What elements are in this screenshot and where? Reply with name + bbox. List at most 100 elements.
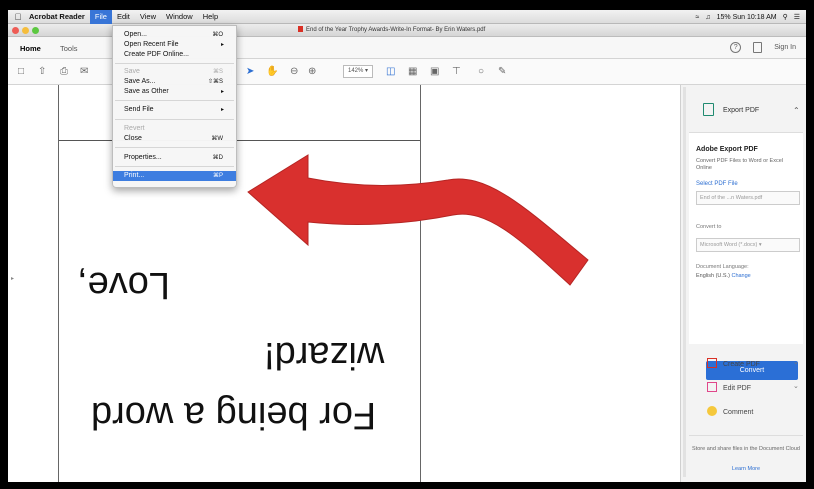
spotlight-icon[interactable]: ⚲	[783, 13, 788, 21]
submenu-arrow-icon: ▸	[220, 42, 224, 48]
menu-save-as-label: Save As...	[124, 78, 156, 85]
export-pdf-header[interactable]: Export PDF ⌃	[689, 99, 801, 129]
create-pdf-icon	[707, 358, 717, 368]
wifi-icon[interactable]: ≈	[696, 14, 700, 21]
convert-to-select[interactable]: Microsoft Word (*.docx) ▾	[696, 238, 800, 252]
left-panel-toggle-icon[interactable]: ▸	[11, 275, 14, 282]
doc-line-wizard: wizard!	[264, 334, 385, 376]
minimize-window-icon[interactable]	[22, 27, 29, 34]
edit-pdf-icon	[707, 382, 717, 392]
menu-create-pdf-online-label: Create PDF Online...	[124, 51, 189, 58]
comment-bubble-icon	[707, 406, 717, 416]
menu-send-file[interactable]: Send File ▸	[113, 105, 236, 115]
tab-home[interactable]: Home	[20, 44, 41, 53]
comment-icon[interactable]: ○	[478, 66, 484, 78]
menubar-window[interactable]: Window	[161, 10, 198, 24]
menu-revert-label: Revert	[124, 125, 145, 132]
change-language-link[interactable]: Change	[731, 273, 750, 279]
menu-save-shortcut: ⌘S	[212, 69, 223, 75]
save-icon[interactable]: □	[18, 66, 24, 78]
zoom-out-icon[interactable]: ⊖	[290, 66, 298, 78]
menubar-view[interactable]: View	[135, 10, 161, 24]
chevron-down-icon[interactable]: ⌄	[793, 382, 799, 390]
scroll-mode-icon[interactable]: ▦	[408, 66, 417, 78]
screenshot-frame:  Acrobat Reader File Edit View Window H…	[0, 0, 814, 489]
volume-icon[interactable]: ♫	[705, 14, 710, 21]
menu-save-as-other-label: Save as Other	[124, 88, 169, 95]
menu-close[interactable]: Close ⌘W	[113, 134, 236, 144]
menu-open-shortcut: ⌘O	[212, 32, 223, 38]
panel-scrollbar[interactable]	[683, 87, 686, 477]
tab-tools[interactable]: Tools	[60, 44, 78, 53]
menu-separator	[115, 119, 234, 120]
learn-more-link[interactable]: Learn More	[689, 466, 803, 472]
menu-open-label: Open...	[124, 31, 147, 38]
fit-page-icon[interactable]: ◫	[386, 66, 395, 78]
menu-open-recent-label: Open Recent File	[124, 41, 179, 48]
battery-status[interactable]: 15% Sun 10:18 AM	[717, 14, 777, 21]
menu-open-recent[interactable]: Open Recent File ▸	[113, 40, 236, 50]
mobile-link-icon[interactable]	[753, 42, 763, 53]
zoom-window-icon[interactable]	[32, 27, 39, 34]
hand-tool-icon[interactable]: ✋	[266, 66, 278, 78]
sign-in-link[interactable]: Sign In	[774, 44, 796, 51]
menu-properties-label: Properties...	[124, 154, 162, 161]
create-pdf-tool[interactable]: Create PDF	[707, 358, 760, 368]
menubar-help[interactable]: Help	[198, 10, 223, 24]
menu-create-pdf-online[interactable]: Create PDF Online...	[113, 50, 236, 60]
pen-icon[interactable]: ✎	[498, 66, 506, 78]
full-screen-icon[interactable]: ▣	[430, 66, 439, 78]
selected-file-field[interactable]: End of the ...n Waters.pdf	[696, 191, 800, 205]
document-cloud-promo: Store and share files in the Document Cl…	[689, 435, 803, 482]
menu-properties[interactable]: Properties... ⌘D	[113, 153, 236, 163]
screen:  Acrobat Reader File Edit View Window H…	[8, 10, 806, 482]
doc-line-love: Love,	[77, 264, 170, 306]
print-icon[interactable]: ⎙	[60, 66, 68, 78]
menubar-file[interactable]: File	[89, 10, 112, 24]
export-card-description: Convert PDF Files to Word or Excel Onlin…	[696, 158, 784, 171]
submenu-arrow-icon: ▸	[220, 89, 224, 95]
notification-icon[interactable]: ☰	[794, 13, 800, 21]
submenu-arrow-icon: ▸	[220, 107, 224, 113]
menu-print[interactable]: Print... ⌘P	[113, 171, 236, 181]
form-tool-icon[interactable]: ⊤	[452, 66, 461, 78]
document-language-value: English (U.S.)	[696, 273, 730, 279]
menu-separator	[115, 100, 234, 101]
convert-to-value: Microsoft Word (*.docx)	[700, 242, 758, 248]
zoom-value: 142%	[348, 68, 364, 74]
menubar-app-name[interactable]: Acrobat Reader	[24, 10, 90, 24]
menu-save-label: Save	[124, 68, 140, 75]
chevron-down-icon[interactable]: ⌄	[793, 358, 799, 366]
email-icon[interactable]: ✉	[80, 66, 88, 78]
menu-send-file-label: Send File	[124, 106, 154, 113]
document-language-row: English (U.S.) Change	[696, 273, 751, 279]
select-pdf-file-link[interactable]: Select PDF File	[696, 181, 738, 187]
edit-pdf-tool[interactable]: Edit PDF	[707, 382, 751, 392]
chevron-up-icon[interactable]: ⌃	[793, 106, 800, 115]
document-title: End of the Year Trophy Awards-Write-In F…	[298, 26, 485, 33]
menu-close-shortcut: ⌘W	[211, 136, 223, 142]
menu-save-as[interactable]: Save As... ⇧⌘S	[113, 77, 236, 87]
help-icon[interactable]: ?	[730, 42, 742, 53]
export-pdf-label: Export PDF	[723, 107, 760, 114]
menu-save-as-other[interactable]: Save as Other ▸	[113, 87, 236, 97]
upload-icon[interactable]: ⇧	[38, 66, 46, 78]
create-pdf-label: Create PDF	[723, 361, 760, 368]
document-viewport[interactable]: ▸ Love, wizard! For being a word	[8, 85, 678, 482]
menubar-edit[interactable]: Edit	[112, 10, 135, 24]
right-tools-panel: Export PDF ⌃ Adobe Export PDF Convert PD…	[680, 85, 806, 482]
zoom-in-icon[interactable]: ⊕	[308, 66, 316, 78]
menubar-status-area: ≈ ♫ 15% Sun 10:18 AM ⚲ ☰	[696, 10, 800, 24]
menu-separator	[115, 166, 234, 167]
close-window-icon[interactable]	[12, 27, 19, 34]
menu-open[interactable]: Open... ⌘O	[113, 30, 236, 40]
apple-icon[interactable]: 	[12, 12, 24, 22]
file-menu-dropdown: Open... ⌘O Open Recent File ▸ Create PDF O…	[112, 25, 237, 188]
document-title-text: End of the Year Trophy Awards-Write-In F…	[306, 27, 486, 33]
zoom-select[interactable]: 142% ▾	[343, 65, 373, 78]
comment-tool[interactable]: Comment	[707, 406, 753, 416]
menu-separator	[115, 147, 234, 148]
select-pointer-icon[interactable]: ➤	[246, 66, 254, 78]
app-tabs-right: ? Sign In	[730, 42, 796, 53]
document-language-label: Document Language:	[696, 264, 749, 270]
